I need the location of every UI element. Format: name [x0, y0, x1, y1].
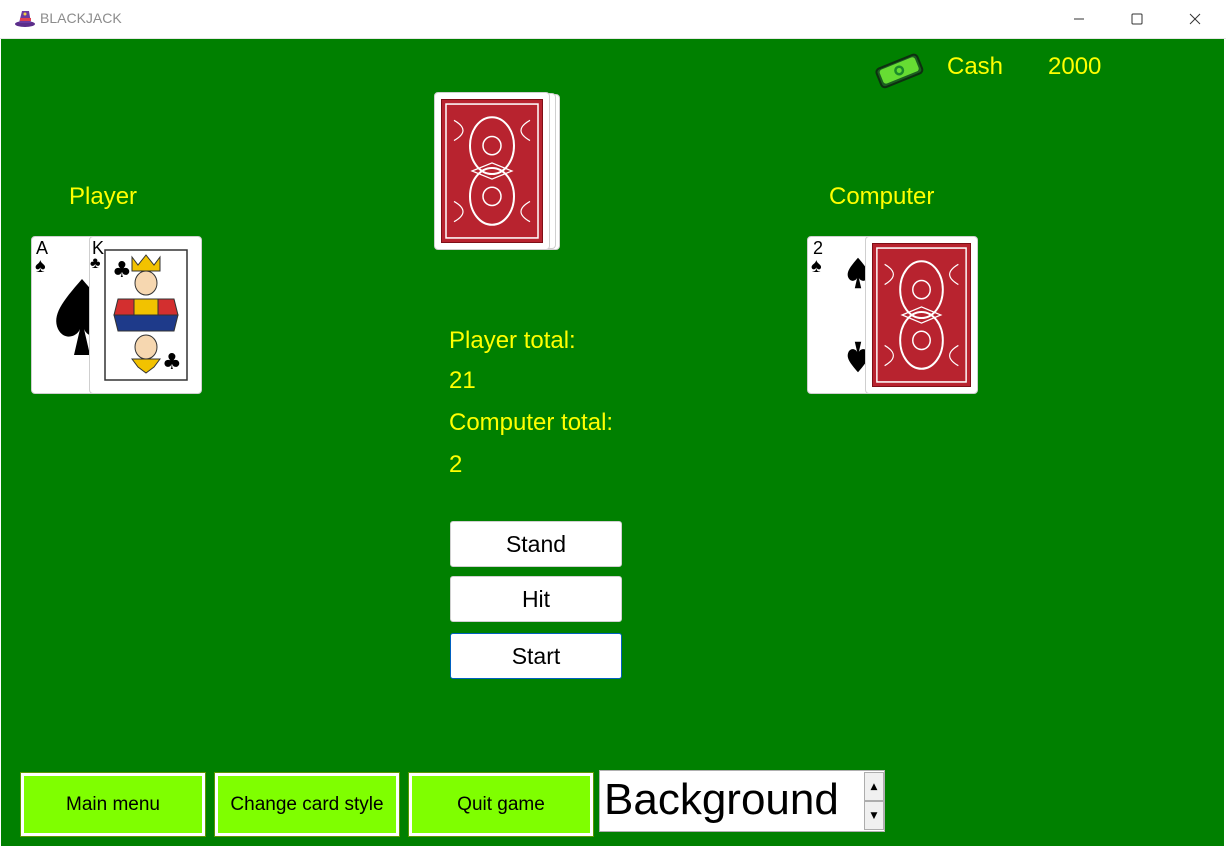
- close-button[interactable]: [1166, 0, 1224, 38]
- computer-total-value: 2: [449, 451, 463, 478]
- king-face-icon: ♣ ♣: [104, 249, 188, 381]
- minimize-icon: [1074, 18, 1084, 20]
- change-card-style-button[interactable]: Change card style: [214, 772, 400, 837]
- maximize-icon: [1131, 13, 1143, 25]
- background-spinner-value: Background: [604, 775, 839, 824]
- player-card-king-clubs: K ♣ ♣ ♣: [89, 236, 202, 394]
- card-back-ornament-icon: [876, 247, 967, 383]
- start-button[interactable]: Start: [450, 633, 622, 679]
- card-back-pattern: [872, 243, 971, 387]
- chevron-down-icon: ▼: [870, 810, 878, 821]
- player-label: Player: [69, 183, 138, 210]
- window-title: BLACKJACK: [40, 10, 122, 26]
- player-total-value: 21: [449, 367, 476, 394]
- svg-text:♣: ♣: [162, 350, 182, 375]
- deck-top-card-back: [434, 92, 550, 250]
- cash-label: Cash: [947, 53, 1004, 80]
- spade-icon: ♠: [35, 255, 46, 277]
- minimize-button[interactable]: [1050, 0, 1108, 38]
- computer-total-label: Computer total:: [449, 409, 614, 436]
- cash-value: 2000: [1048, 53, 1102, 80]
- deck[interactable]: [434, 92, 562, 252]
- spade-icon: ♠: [811, 255, 822, 277]
- main-menu-button[interactable]: Main menu: [20, 772, 206, 837]
- player-hand: A ♠ K ♣ ♣ ♣: [31, 236, 206, 396]
- computer-label: Computer: [829, 183, 935, 210]
- maximize-button[interactable]: [1108, 0, 1166, 38]
- title-bar: BLACKJACK: [0, 0, 1226, 39]
- player-total-label: Player total:: [449, 327, 576, 354]
- svg-text:♣: ♣: [112, 258, 132, 283]
- spinner-down-button[interactable]: ▼: [864, 801, 884, 830]
- wizard-hat-icon: [15, 11, 35, 27]
- stand-button[interactable]: Stand: [450, 521, 622, 567]
- card-back-ornament-icon: [445, 103, 539, 239]
- club-icon: ♣: [90, 255, 101, 272]
- spinner-up-button[interactable]: ▲: [864, 772, 884, 801]
- chevron-up-icon: ▲: [870, 781, 878, 792]
- game-table: Cash 2000 Player A ♠ K ♣ ♣ ♣ Computer 2 …: [1, 39, 1224, 846]
- background-spinner[interactable]: Background ▲ ▼: [599, 770, 885, 832]
- close-icon: [1189, 13, 1201, 25]
- computer-card-face-down: [865, 236, 978, 394]
- card-back-pattern: [441, 99, 543, 243]
- computer-hand: 2 ♠: [807, 236, 982, 396]
- quit-game-button[interactable]: Quit game: [408, 772, 594, 837]
- money-bill-icon: [875, 53, 924, 89]
- hit-button[interactable]: Hit: [450, 576, 622, 622]
